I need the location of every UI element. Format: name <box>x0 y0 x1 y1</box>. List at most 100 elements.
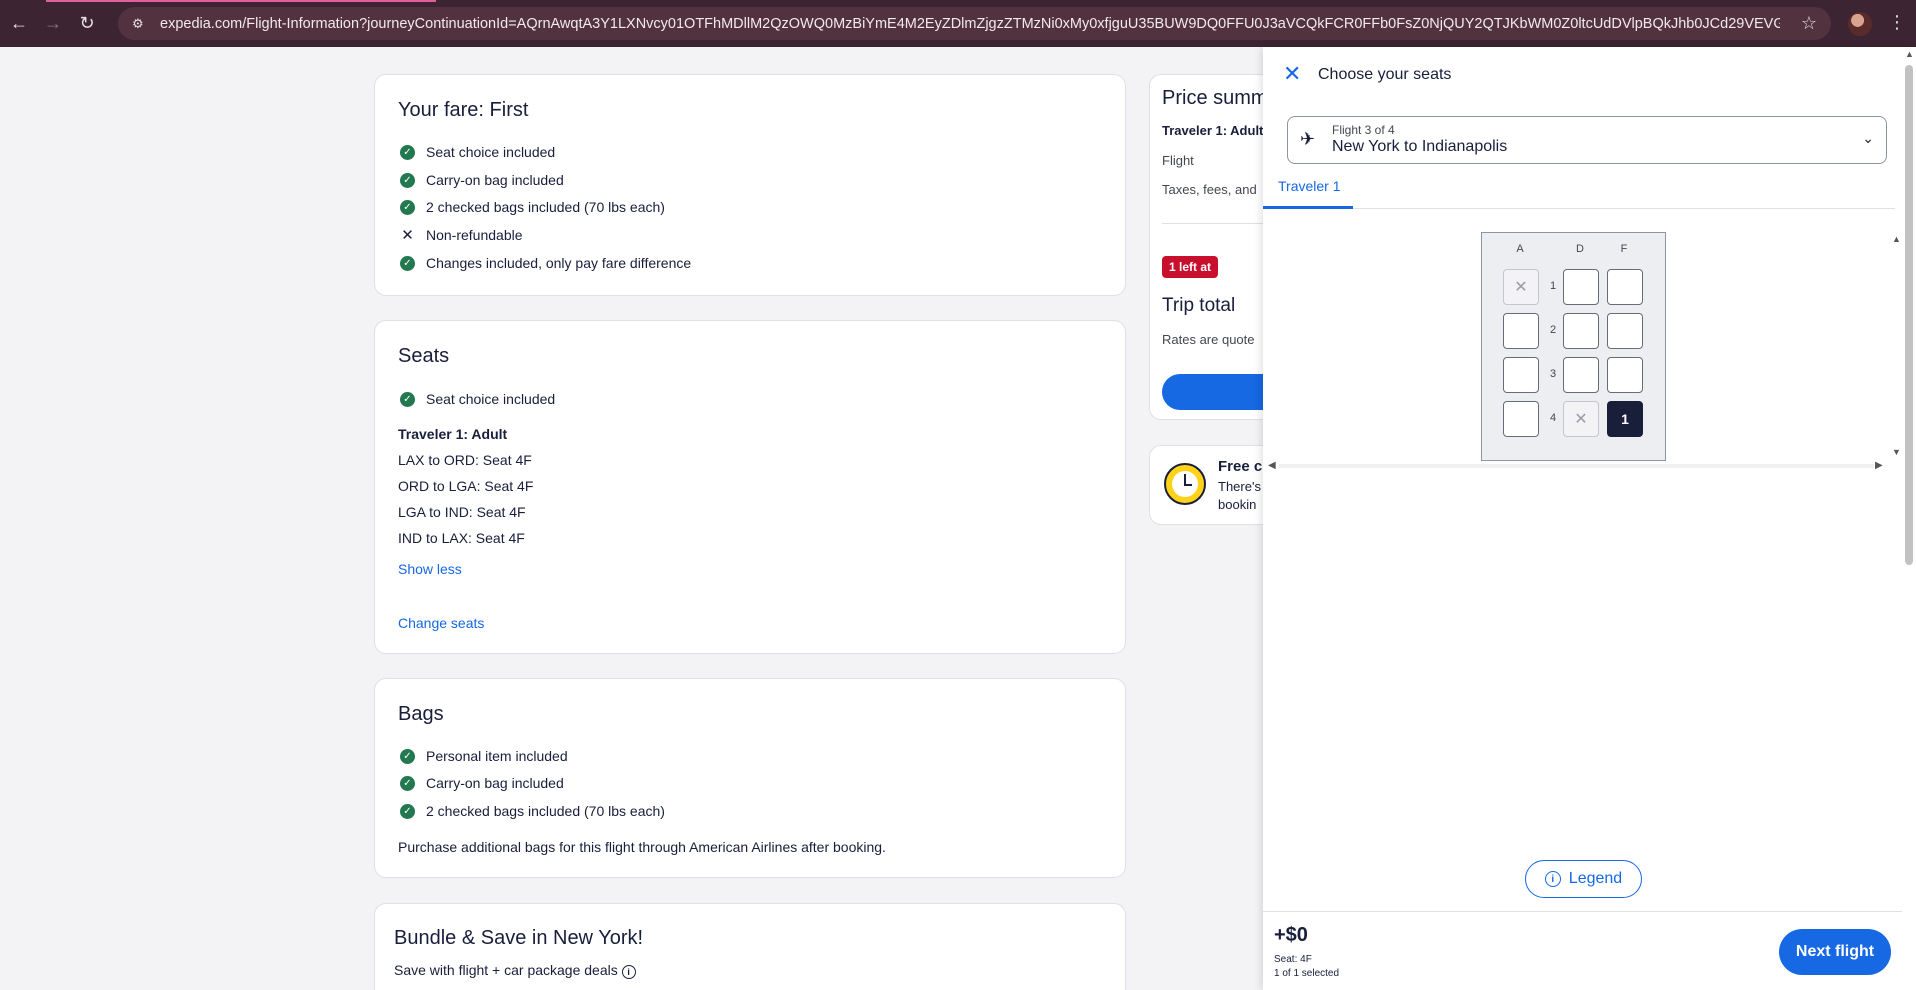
next-flight-button[interactable]: Next flight <box>1779 929 1891 975</box>
seat-3F[interactable] <box>1607 357 1643 393</box>
info-icon: i <box>1544 871 1561 887</box>
close-icon[interactable]: ✕ <box>1283 61 1301 87</box>
selection-count: 1 of 1 selected <box>1274 968 1340 979</box>
rates-note: Rates are quote <box>1162 332 1255 347</box>
bag-item: ✓ 2 checked bags included (70 lbs each) <box>400 803 665 819</box>
seat-1D[interactable] <box>1563 269 1599 305</box>
legend-button[interactable]: i Legend <box>1525 860 1642 898</box>
check-icon: ✓ <box>400 199 415 215</box>
seat-1A-unavailable: ✕ <box>1503 269 1539 305</box>
seat-3D[interactable] <box>1563 357 1599 393</box>
scroll-down-icon[interactable]: ▼ <box>1892 447 1901 457</box>
url-text[interactable]: expedia.com/Flight-Information?journeyCo… <box>160 16 1780 32</box>
seat-4A[interactable] <box>1503 401 1539 437</box>
seat-2A[interactable] <box>1503 313 1539 349</box>
seat-leg: IND to LAX: Seat 4F <box>398 530 525 546</box>
check-icon: ✓ <box>400 775 415 791</box>
page-scrollbar[interactable]: ▲ <box>1902 47 1916 990</box>
check-icon: ✓ <box>400 748 415 764</box>
flight-selector[interactable]: ✈ Flight 3 of 4 New York to Indianapolis… <box>1287 116 1887 164</box>
bags-card: Bags ✓ Personal item included ✓ Carry-on b… <box>374 678 1126 878</box>
check-icon: ✓ <box>400 803 415 819</box>
back-icon[interactable]: ← <box>4 9 34 39</box>
row-number: 1 <box>1549 280 1557 292</box>
free-cancel-line: bookin <box>1218 497 1257 512</box>
seat-1F[interactable] <box>1607 269 1643 305</box>
show-less-link[interactable]: Show less <box>398 561 462 577</box>
clock-icon <box>1164 463 1206 505</box>
selected-seat-info: Seat: 4F <box>1274 954 1312 965</box>
price-traveler: Traveler 1: Adult <box>1162 123 1264 138</box>
seat-leg: LAX to ORD: Seat 4F <box>398 452 532 468</box>
tab-divider <box>1263 208 1895 209</box>
seat-leg: LGA to IND: Seat 4F <box>398 504 526 520</box>
panel-title: Choose your seats <box>1318 66 1452 83</box>
column-header: D <box>1576 243 1584 255</box>
seat-map: A D F ✕ 1 2 3 4 ✕ 1 <box>1481 232 1666 461</box>
flight-route: New York to Indianapolis <box>1332 138 1508 155</box>
reload-icon[interactable]: ↻ <box>72 9 102 39</box>
bookmark-star-icon[interactable]: ☆ <box>1801 13 1817 34</box>
fare-item: ✓ Carry-on bag included <box>400 172 564 188</box>
menu-icon[interactable]: ⋮ <box>1888 12 1906 33</box>
bundle-subtitle: Save with flight + car package deals i <box>394 962 636 979</box>
check-icon: ✓ <box>400 144 415 160</box>
bags-title: Bags <box>398 703 444 725</box>
bag-item: ✓ Personal item included <box>400 748 568 764</box>
fare-item: ✕ Non-refundable <box>401 227 523 244</box>
x-icon: ✕ <box>401 227 414 244</box>
forward-icon[interactable]: → <box>38 9 68 39</box>
seat-4F-selected[interactable]: 1 <box>1607 401 1643 437</box>
check-icon: ✓ <box>400 391 415 407</box>
seat-selection-panel: ✕ Choose your seats ✈ Flight 3 of 4 New … <box>1263 47 1916 990</box>
seat-4D-unavailable: ✕ <box>1563 401 1599 437</box>
scroll-up-icon[interactable]: ▲ <box>1905 49 1914 59</box>
free-cancel-title: Free c <box>1218 458 1263 475</box>
check-icon: ✓ <box>400 172 415 188</box>
address-bar[interactable]: ⚙ expedia.com/Flight-Information?journey… <box>118 7 1831 40</box>
seats-title: Seats <box>398 345 450 367</box>
active-tab-indicator <box>46 0 436 2</box>
price-taxes-label: Taxes, fees, and <box>1162 182 1257 197</box>
fare-item: ✓ Seat choice included <box>400 144 555 160</box>
chevron-down-icon: ⌄ <box>1862 130 1874 146</box>
trip-total-label: Trip total <box>1162 295 1236 316</box>
seat-2F[interactable] <box>1607 313 1643 349</box>
horizontal-scrollbar[interactable] <box>1279 464 1874 468</box>
scroll-left-icon[interactable]: ◀ <box>1268 460 1276 471</box>
browser-toolbar: ← → ↻ ⚙ expedia.com/Flight-Information?j… <box>0 0 1916 47</box>
flight-index: Flight 3 of 4 <box>1332 123 1395 137</box>
seats-card: Seats ✓ Seat choice included Traveler 1: … <box>374 320 1126 654</box>
bundle-card: Bundle & Save in New York! Save with fli… <box>374 903 1126 990</box>
price-summary-title: Price summ <box>1162 87 1268 109</box>
scroll-right-icon[interactable]: ▶ <box>1875 460 1883 471</box>
bag-item: ✓ Carry-on bag included <box>400 775 564 791</box>
seat-3A[interactable] <box>1503 357 1539 393</box>
info-icon[interactable]: i <box>621 965 636 979</box>
row-number: 2 <box>1549 324 1557 336</box>
seat-price: +$0 <box>1274 924 1308 946</box>
row-number: 3 <box>1549 368 1557 380</box>
scroll-thumb[interactable] <box>1905 65 1913 565</box>
fare-item: ✓ Changes included, only pay fare differe… <box>400 255 691 271</box>
site-settings-icon[interactable]: ⚙ <box>132 16 148 32</box>
row-number: 4 <box>1549 412 1557 424</box>
free-cancel-line: There's <box>1218 479 1261 494</box>
scroll-up-icon[interactable]: ▲ <box>1892 234 1901 244</box>
column-header: A <box>1516 243 1524 255</box>
change-seats-link[interactable]: Change seats <box>398 615 484 631</box>
footer-divider <box>1263 911 1916 912</box>
price-flight-label: Flight <box>1162 153 1194 168</box>
check-icon: ✓ <box>400 255 415 271</box>
bags-note: Purchase additional bags for this flight… <box>398 839 886 855</box>
seat-2D[interactable] <box>1563 313 1599 349</box>
airplane-icon: ✈ <box>1300 129 1316 149</box>
availability-badge: 1 left at <box>1162 256 1219 278</box>
fare-item: ✓ 2 checked bags included (70 lbs each) <box>400 199 665 215</box>
column-header: F <box>1620 243 1628 255</box>
tab-traveler-1[interactable]: Traveler 1 <box>1278 178 1341 194</box>
fare-title: Your fare: First <box>398 99 529 121</box>
fare-card: Your fare: First ✓ Seat choice included ✓… <box>374 74 1126 296</box>
profile-avatar[interactable] <box>1848 12 1872 36</box>
seat-included-item: ✓ Seat choice included <box>400 391 555 407</box>
